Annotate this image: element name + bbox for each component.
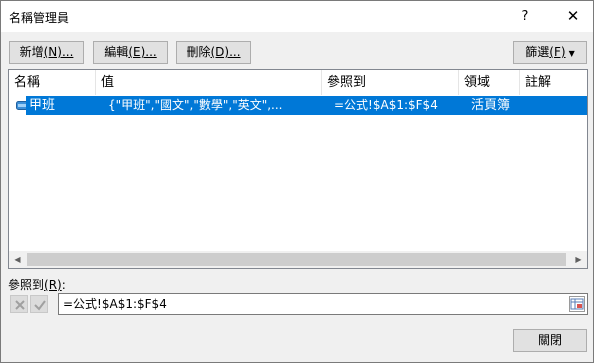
refers-to-value: =公式!$A$1:$F$4: [63, 297, 167, 311]
table-row[interactable]: 甲班 {"甲班","國文","數學","英文",... =公式!$A$1:$F$…: [26, 96, 587, 115]
edit-button-key: (E)...: [128, 45, 157, 59]
column-header-refers-to[interactable]: 參照到: [322, 70, 459, 95]
column-header-name[interactable]: 名稱: [9, 70, 96, 95]
list-header: 名稱 值 參照到 領域 註解: [9, 70, 587, 95]
refers-to-input[interactable]: =公式!$A$1:$F$4: [58, 293, 588, 315]
filter-button-key: (F): [549, 45, 566, 59]
filter-button[interactable]: 篩選(F) ▼: [513, 41, 587, 64]
column-header-value[interactable]: 值: [96, 70, 322, 95]
scroll-left-icon[interactable]: ◀: [9, 251, 26, 268]
dialog-title: 名稱管理員: [9, 11, 70, 25]
delete-button-key: (D)...: [210, 45, 241, 59]
horizontal-scrollbar[interactable]: ◀ ▶: [9, 251, 587, 268]
row-refers-to: =公式!$A$1:$F$4: [334, 98, 438, 112]
row-name: 甲班: [29, 98, 56, 113]
new-button-key: (N)...: [43, 45, 74, 59]
edit-button-label: 編輯: [104, 45, 129, 59]
delete-button-label: 刪除: [186, 45, 211, 59]
scrollbar-thumb[interactable]: [27, 253, 566, 266]
refers-to-label-key: (R): [44, 278, 62, 292]
row-scope: 活頁簿: [471, 98, 511, 113]
confirm-edit-icon[interactable]: [30, 295, 48, 313]
cancel-edit-icon[interactable]: [10, 295, 28, 313]
new-button-label: 新增: [19, 45, 44, 59]
title-bar: 名稱管理員 ? ✕: [1, 1, 593, 32]
new-button[interactable]: 新增(N)...: [9, 41, 84, 64]
refers-to-label-text: 參照到: [8, 278, 45, 292]
filter-button-label: 篩選: [525, 45, 550, 59]
edit-button[interactable]: 編輯(E)...: [93, 41, 168, 64]
delete-button[interactable]: 刪除(D)...: [176, 41, 251, 64]
help-button[interactable]: ?: [508, 1, 542, 32]
column-header-scope[interactable]: 領域: [459, 70, 520, 95]
dropdown-arrow-icon: ▼: [568, 49, 575, 58]
name-manager-dialog: 名稱管理員 ? ✕ 新增(N)... 編輯(E)... 刪除(D)... 篩選(…: [0, 0, 594, 363]
names-list[interactable]: 名稱 值 參照到 領域 註解 甲班 {"甲班","國文","數學","英文",.…: [8, 69, 588, 269]
row-value: {"甲班","國文","數學","英文",...: [108, 98, 283, 112]
column-header-comment[interactable]: 註解: [520, 70, 587, 95]
collapse-dialog-icon[interactable]: [569, 296, 585, 312]
scroll-right-icon[interactable]: ▶: [570, 251, 587, 268]
refers-to-label: 參照到(R):: [8, 276, 66, 293]
refers-to-label-suffix: :: [61, 278, 66, 292]
close-button[interactable]: 關閉: [513, 329, 587, 352]
close-window-button[interactable]: ✕: [553, 1, 593, 32]
